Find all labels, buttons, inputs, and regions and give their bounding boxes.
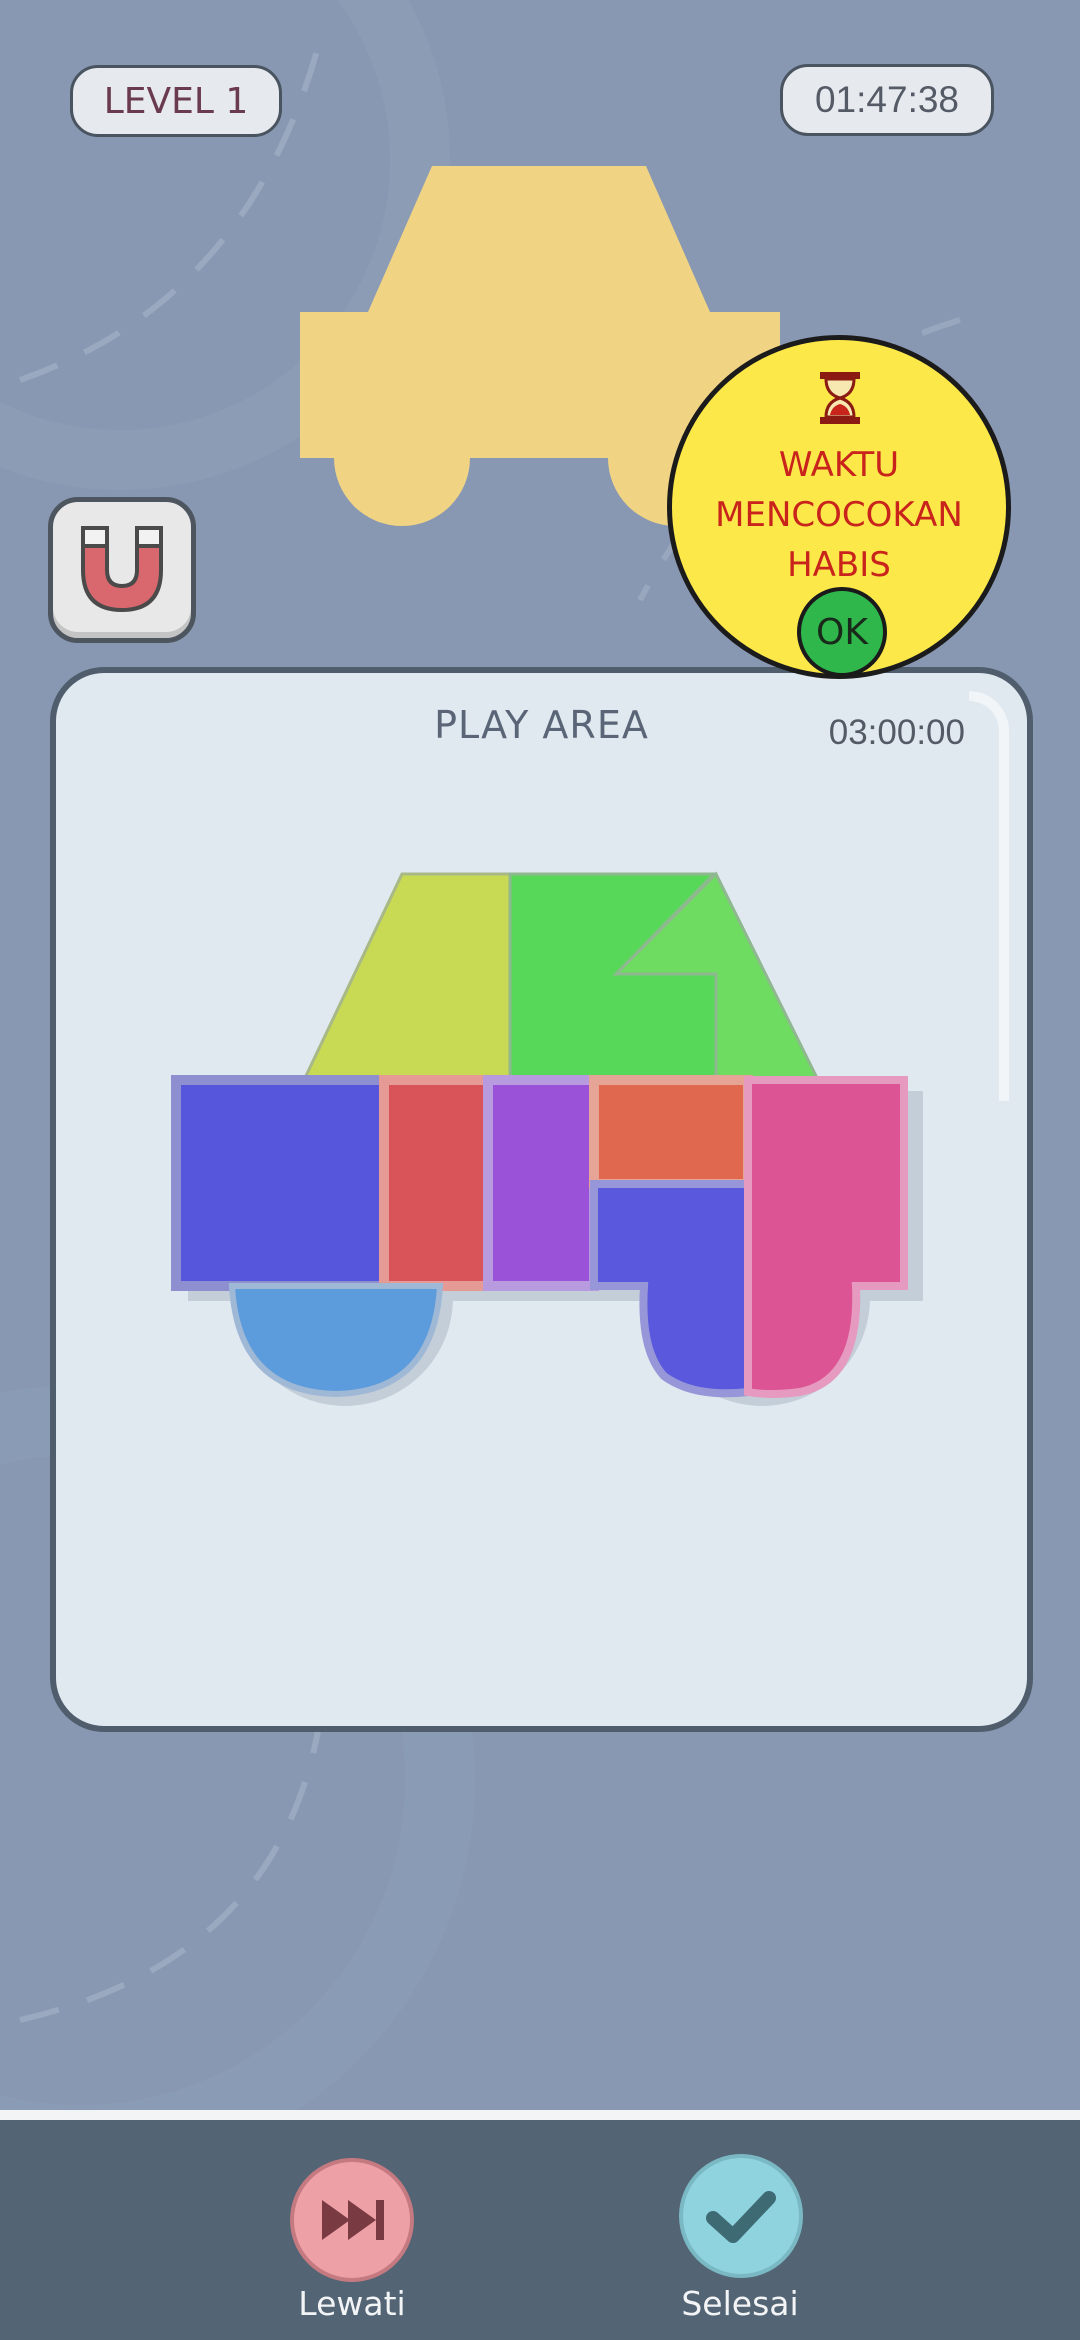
hourglass-icon [820,372,860,424]
puzzle-pieces [171,871,923,1406]
skip-label: Lewati [298,2284,406,2323]
play-area: PLAY AREA 03:00:00 [50,667,1033,1732]
ok-label: OK [816,611,868,653]
ok-button[interactable]: OK [797,587,887,677]
level-indicator: LEVEL 1 [70,65,282,137]
puzzle-piece-orange-rect[interactable] [589,1075,753,1189]
done-label: Selesai [681,2284,799,2323]
skip-button[interactable] [290,2158,414,2282]
fast-forward-icon [322,2200,384,2240]
level-label: LEVEL 1 [103,80,249,122]
magnet-button[interactable] [48,497,196,643]
checkmark-icon [706,2191,776,2243]
puzzle-piece-blue-l-wheel[interactable] [590,1180,752,1398]
puzzle-piece-purple-bar[interactable] [483,1075,599,1291]
time-up-popup: WAKTU MENCOCOKAN HABIS OK [667,335,1011,679]
puzzle-piece-pink-j-wheel[interactable] [744,1076,908,1398]
puzzle-piece-blue-square[interactable] [171,1075,389,1291]
puzzle-piece-red-bar[interactable] [379,1075,493,1291]
game-timer-text: 01:47:38 [814,79,960,120]
magnet-icon [81,526,163,613]
done-button[interactable] [679,2154,803,2278]
game-timer: 01:47:38 [780,64,994,136]
bottom-bar [0,2110,1080,2340]
time-up-message: WAKTU MENCOCOKAN HABIS [715,445,963,585]
puzzle-piece-trapezoid-left[interactable] [301,872,512,1082]
